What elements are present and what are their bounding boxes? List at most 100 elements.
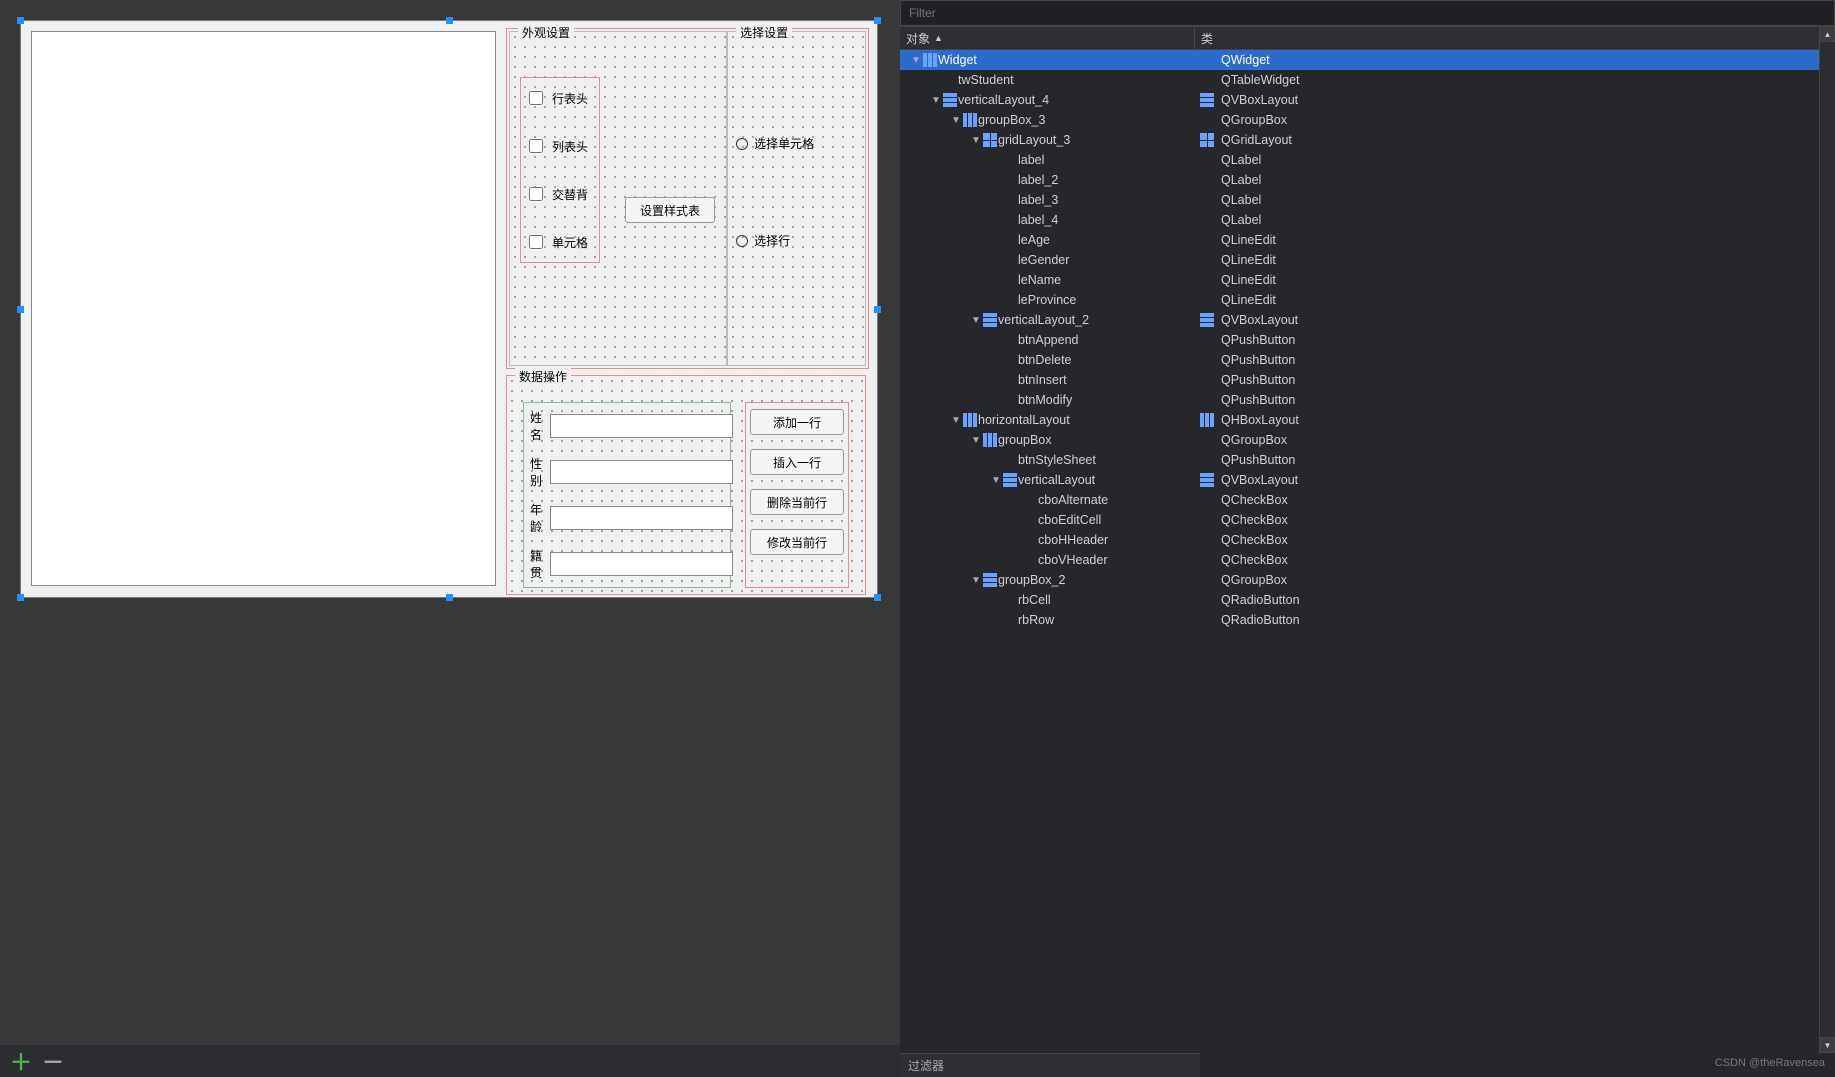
checkbox-column: 行表头 列表头 交替背 单元格	[520, 77, 600, 263]
append-row-button[interactable]: 添加一行	[750, 409, 844, 435]
object-tree[interactable]: ▼WidgetQWidgettwStudentQTableWidget▼vert…	[900, 50, 1835, 1077]
tree-row[interactable]: ▼groupBox_3QGroupBox	[900, 110, 1835, 130]
input-name[interactable]	[550, 414, 733, 438]
expand-toggle-icon[interactable]: ▼	[970, 435, 982, 446]
tree-class-name: QWidget	[1221, 53, 1270, 67]
tree-row[interactable]: leNameQLineEdit	[900, 270, 1835, 290]
tree-row[interactable]: cboVHeaderQCheckBox	[900, 550, 1835, 570]
tree-row[interactable]: labelQLabel	[900, 150, 1835, 170]
insert-row-button[interactable]: 插入一行	[750, 449, 844, 475]
remove-icon[interactable]: －	[42, 1045, 64, 1077]
layout-icon	[1199, 392, 1215, 408]
tree-row[interactable]: leGender QLineEdit	[900, 250, 1835, 270]
add-icon[interactable]: ＋	[10, 1045, 32, 1077]
selection-handle[interactable]	[874, 306, 881, 313]
checkbox-cell[interactable]: 单元格	[525, 232, 595, 252]
tree-obj-name: verticalLayout	[1018, 473, 1095, 487]
tree-row[interactable]: cboEditCellQCheckBox	[900, 510, 1835, 530]
selection-handle[interactable]	[874, 594, 881, 601]
input-province[interactable]	[550, 552, 733, 576]
selection-handle[interactable]	[17, 594, 24, 601]
layout-icon	[1002, 292, 1018, 308]
radio-select-row[interactable]: 选择行	[736, 232, 857, 249]
expand-toggle-icon[interactable]: ▼	[970, 135, 982, 146]
checkbox-row-header[interactable]: 行表头	[525, 88, 595, 108]
selection-handle[interactable]	[446, 594, 453, 601]
delete-row-button[interactable]: 删除当前行	[750, 489, 844, 515]
checkbox-col-header[interactable]: 列表头	[525, 136, 595, 156]
table-widget-placeholder[interactable]	[31, 31, 496, 586]
selection-handle[interactable]	[874, 17, 881, 24]
tree-row[interactable]: btnStyleSheetQPushButton	[900, 450, 1835, 470]
expand-toggle-icon[interactable]: ▼	[990, 475, 1002, 486]
tree-class-name: QPushButton	[1221, 353, 1295, 367]
tree-row[interactable]: label_4QLabel	[900, 210, 1835, 230]
tree-class-name: QRadioButton	[1221, 613, 1300, 627]
col-header-class[interactable]: 类	[1195, 27, 1835, 49]
expand-toggle-icon[interactable]: ▼	[930, 95, 942, 106]
tree-row[interactable]: btnAppendQPushButton	[900, 330, 1835, 350]
tree-obj-name: Widget	[938, 53, 977, 67]
radio-select-cell[interactable]: 选择单元格	[736, 135, 857, 152]
expand-toggle-icon[interactable]: ▼	[970, 315, 982, 326]
tree-class-name: QLineEdit	[1221, 273, 1276, 287]
groupbox-title: 外观设置	[518, 24, 574, 41]
tree-row[interactable]: rbRowQRadioButton	[900, 610, 1835, 630]
tree-row[interactable]: btnModifyQPushButton	[900, 390, 1835, 410]
selection-handle[interactable]	[17, 306, 24, 313]
expand-toggle-icon[interactable]: ▼	[910, 55, 922, 66]
expand-toggle-icon[interactable]: ▼	[970, 575, 982, 586]
tree-row[interactable]: ▼groupBox_2QGroupBox	[900, 570, 1835, 590]
stylesheet-button[interactable]: 设置样式表	[625, 197, 715, 223]
layout-icon	[1199, 212, 1215, 228]
col-header-object[interactable]: 对象▲	[900, 27, 1195, 49]
scroll-up-icon[interactable]: ▲	[1820, 26, 1835, 42]
tree-row[interactable]: ▼verticalLayoutQVBoxLayout	[900, 470, 1835, 490]
layout-icon	[962, 412, 978, 428]
tree-row[interactable]: label_2QLabel	[900, 170, 1835, 190]
checkbox-alternate[interactable]: 交替背	[525, 184, 595, 204]
tree-row[interactable]: ▼verticalLayout_4QVBoxLayout	[900, 90, 1835, 110]
selection-handle[interactable]	[17, 17, 24, 24]
tree-row[interactable]: label_3QLabel	[900, 190, 1835, 210]
tree-class-name: QLineEdit	[1221, 253, 1276, 267]
vertical-scrollbar[interactable]: ▲ ▼	[1819, 26, 1835, 1053]
expand-toggle-icon[interactable]: ▼	[950, 115, 962, 126]
tree-class-name: QPushButton	[1221, 393, 1295, 407]
input-gender[interactable]	[550, 460, 733, 484]
tree-obj-name: leGender	[1018, 253, 1069, 267]
layout-icon	[1002, 252, 1018, 268]
selection-handle[interactable]	[446, 17, 453, 24]
groupbox-selection[interactable]: 选择设置 选择单元格 选择行	[727, 31, 866, 366]
tree-row[interactable]: rbCellQRadioButton	[900, 590, 1835, 610]
expand-toggle-icon[interactable]: ▼	[950, 415, 962, 426]
layout-icon	[1199, 272, 1215, 288]
scroll-down-icon[interactable]: ▼	[1820, 1037, 1835, 1053]
filter-input[interactable]	[900, 0, 1835, 26]
tree-row[interactable]: ▼verticalLayout_2QVBoxLayout	[900, 310, 1835, 330]
tree-row[interactable]: twStudentQTableWidget	[900, 70, 1835, 90]
tree-obj-name: btnInsert	[1018, 373, 1067, 387]
groupbox-appearance[interactable]: 外观设置 行表头 列表头 交替背 单元格 设置样式表	[509, 31, 727, 366]
tree-row[interactable]: ▼groupBoxQGroupBox	[900, 430, 1835, 450]
tree-row[interactable]: btnDeleteQPushButton	[900, 350, 1835, 370]
tree-row[interactable]: btnInsertQPushButton	[900, 370, 1835, 390]
modify-row-button[interactable]: 修改当前行	[750, 529, 844, 555]
groupbox-data-ops[interactable]: 数据操作 姓名 性别 年龄 籍贯 添加一行 插入一行 删除当前行 修改当前行	[506, 375, 866, 595]
tree-row[interactable]: ▼horizontalLayoutQHBoxLayout	[900, 410, 1835, 430]
tree-row[interactable]: ▼ Widget QWidget	[900, 50, 1835, 70]
layout-icon	[1199, 152, 1215, 168]
tree-row[interactable]: cboAlternateQCheckBox	[900, 490, 1835, 510]
form-canvas[interactable]: 外观设置 行表头 列表头 交替背 单元格 设置样式表 选择设置 选择单元格 选择…	[20, 20, 878, 598]
layout-icon	[942, 72, 958, 88]
tree-row[interactable]: leAgeQLineEdit	[900, 230, 1835, 250]
tree-class-name: QTableWidget	[1221, 73, 1300, 87]
tree-row[interactable]: ▼gridLayout_3QGridLayout	[900, 130, 1835, 150]
input-age[interactable]	[550, 506, 733, 530]
tree-row[interactable]: cboHHeaderQCheckBox	[900, 530, 1835, 550]
tree-obj-name: groupBox	[998, 433, 1052, 447]
layout-icon	[1002, 392, 1018, 408]
layout-icon	[1199, 232, 1215, 248]
tree-class-name: QVBoxLayout	[1221, 93, 1298, 107]
tree-row[interactable]: leProvinceQLineEdit	[900, 290, 1835, 310]
